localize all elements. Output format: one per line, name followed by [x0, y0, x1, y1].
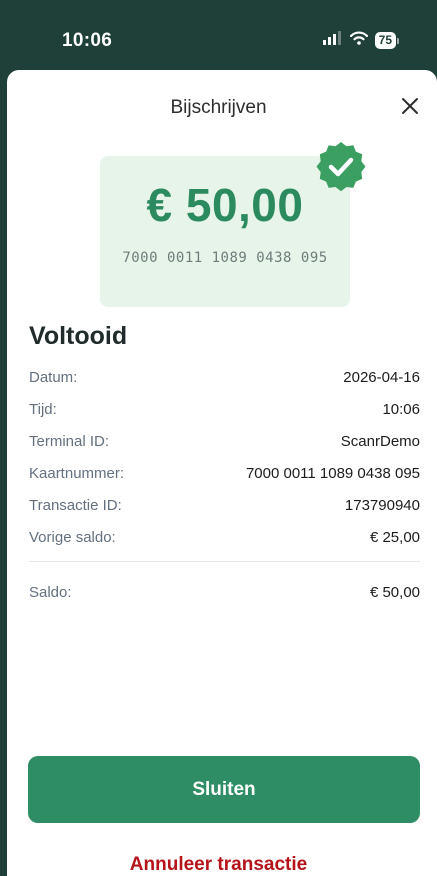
verified-check-icon [314, 140, 368, 194]
close-transaction-button[interactable]: Sluiten [28, 756, 420, 823]
detail-value: € 25,00 [369, 528, 420, 546]
detail-value: 173790940 [344, 496, 420, 514]
detail-row-terminal: Terminal ID: ScanrDemo [29, 425, 420, 457]
battery-icon: 75 [374, 32, 399, 49]
detail-row-transaction-id: Transactie ID: 173790940 [29, 489, 420, 521]
detail-value: 7000 0011 1089 0438 095 [245, 464, 420, 482]
balance-label: Saldo: [29, 583, 72, 601]
transaction-details: Datum: 2026-04-16 Tijd: 10:06 Terminal I… [29, 361, 420, 553]
detail-row-date: Datum: 2026-04-16 [29, 361, 420, 393]
detail-row-time: Tijd: 10:06 [29, 393, 420, 425]
status-time: 10:06 [62, 30, 113, 51]
detail-label: Terminal ID: [29, 432, 110, 450]
balance-row: Saldo: € 50,00 [29, 576, 420, 608]
cancel-transaction-link[interactable]: Annuleer transactie [0, 854, 437, 876]
battery-level: 75 [374, 32, 396, 49]
detail-value: 10:06 [382, 400, 420, 418]
detail-value: ScanrDemo [340, 432, 420, 450]
card-number: 7000 0011 1089 0438 095 [122, 250, 328, 266]
wifi-icon [349, 31, 368, 50]
detail-value: 2026-04-16 [343, 368, 420, 386]
balance-value: € 50,00 [369, 583, 420, 601]
detail-label: Kaartnummer: [29, 464, 125, 482]
detail-label: Datum: [29, 368, 78, 386]
status-bar: 10:06 75 [0, 0, 437, 78]
amount-card: € 50,00 7000 0011 1089 0438 095 [100, 156, 350, 307]
close-button[interactable] [396, 94, 424, 122]
status-icons: 75 [322, 31, 399, 50]
detail-label: Transactie ID: [29, 496, 122, 514]
detail-row-previous-balance: Vorige saldo: € 25,00 [29, 521, 420, 553]
divider [29, 561, 420, 562]
close-icon [400, 96, 420, 121]
sheet-title: Bijschrijven [170, 97, 267, 118]
amount-value: € 50,00 [146, 179, 304, 231]
detail-row-card-number: Kaartnummer: 7000 0011 1089 0438 095 [29, 457, 420, 489]
detail-label: Tijd: [29, 400, 57, 418]
status-heading: Voltooid [29, 322, 128, 350]
detail-label: Vorige saldo: [29, 528, 116, 546]
signal-icon [322, 31, 343, 50]
